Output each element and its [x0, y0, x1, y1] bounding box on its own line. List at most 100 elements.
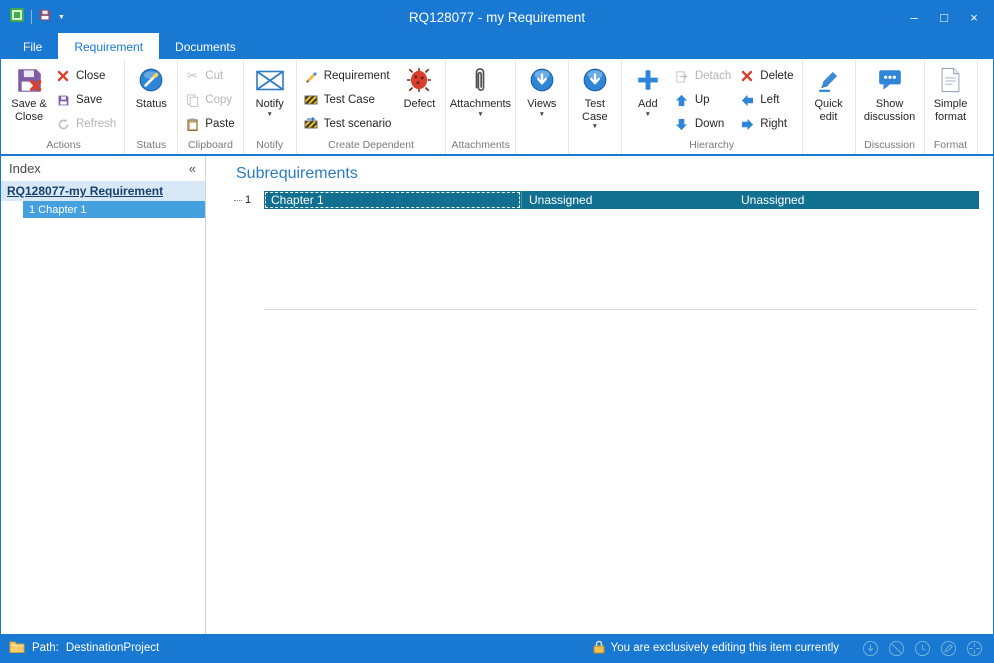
notify-button[interactable]: Notify ▼ [247, 61, 293, 119]
paste-icon [184, 116, 200, 132]
test-case-button[interactable]: Test Case ▼ [572, 61, 618, 132]
path-value: DestinationProject [66, 642, 159, 654]
app-window: ▼ RQ128077 - my Requirement – □ × File R… [0, 0, 994, 663]
minimize-button[interactable]: – [899, 5, 929, 29]
page-title: Subrequirements [236, 165, 979, 183]
target-circle-icon[interactable] [965, 639, 983, 657]
move-left-label: Left [760, 94, 779, 106]
copy-icon [184, 92, 200, 108]
collapse-panel-icon[interactable]: « [189, 161, 196, 176]
ribbon-group-views: Views ▼ [516, 60, 569, 154]
move-right-button[interactable]: Right [736, 114, 798, 134]
save-disk-icon [55, 92, 71, 108]
group-label-status: Status [128, 138, 174, 154]
detach-icon [674, 68, 690, 84]
tree-line [234, 200, 242, 201]
tree-item-chapter-1[interactable]: 1 Chapter 1 [23, 201, 205, 218]
index-panel-title: Index [9, 161, 41, 176]
move-left-button[interactable]: Left [736, 90, 798, 110]
cell-assignee-1[interactable]: Unassigned [522, 191, 734, 209]
dropdown-caret-icon[interactable]: ▼ [645, 112, 651, 119]
tab-documents[interactable]: Documents [159, 33, 252, 59]
dropdown-caret-icon[interactable]: ▼ [592, 124, 598, 131]
dropdown-caret-icon[interactable]: ▼ [266, 112, 272, 119]
show-discussion-button[interactable]: Show discussion [859, 61, 921, 124]
tree-item-requirement-root[interactable]: RQ128077-my Requirement [1, 181, 205, 201]
group-label-discussion: Discussion [859, 138, 921, 154]
cell-assignee-2[interactable]: Unassigned [734, 191, 979, 209]
paste-button[interactable]: Paste [181, 114, 239, 134]
ribbon-group-discussion: Show discussion Discussion [856, 60, 925, 154]
attachments-button[interactable]: Attachments ▼ [449, 61, 511, 119]
app-icon[interactable] [9, 7, 25, 28]
ribbon-group-status: Status Status [125, 60, 178, 154]
detach-button[interactable]: Detach [671, 66, 736, 86]
copy-button[interactable]: Copy [181, 90, 239, 110]
save-and-close-button[interactable]: Save & Close [6, 61, 52, 124]
main-area: Index « RQ128077-my Requirement 1 Chapte… [1, 156, 993, 634]
save-button[interactable]: Save [52, 90, 121, 110]
notify-label: Notify [256, 98, 284, 111]
tab-file[interactable]: File [7, 33, 58, 59]
row-index[interactable]: 1 [234, 194, 264, 206]
lock-icon [593, 640, 605, 657]
quick-edit-button[interactable]: Quick edit [806, 61, 852, 124]
status-button[interactable]: Status [128, 61, 174, 112]
edit-circle-icon[interactable] [939, 639, 957, 657]
folder-icon [9, 640, 25, 656]
goto-circle-icon[interactable] [861, 639, 879, 657]
refresh-label: Refresh [76, 118, 116, 130]
maximize-button[interactable]: □ [929, 5, 959, 29]
group-label-views [519, 138, 565, 154]
arrow-down-icon [674, 116, 690, 132]
exclusive-editing-notice: You are exclusively editing this item cu… [611, 642, 839, 654]
group-label-hierarchy: Hierarchy [625, 138, 799, 154]
table-row[interactable]: 1 Chapter 1 Unassigned Unassigned [234, 191, 979, 209]
dropdown-caret-icon[interactable]: ▼ [477, 112, 483, 119]
quick-save-icon[interactable] [38, 8, 52, 27]
section-divider [264, 309, 977, 310]
path-label: Path: [32, 642, 59, 654]
cut-button[interactable]: ✂ Cut [181, 66, 239, 86]
group-label-quick-edit [806, 138, 852, 154]
test-case-label: Test Case [573, 98, 617, 123]
arrow-left-icon [739, 92, 755, 108]
create-test-scenario-button[interactable]: Test scenario [300, 114, 397, 134]
simple-format-button[interactable]: Simple format [928, 61, 974, 124]
views-label: Views [527, 98, 556, 111]
cell-title[interactable]: Chapter 1 [264, 191, 522, 209]
history-circle-icon[interactable] [913, 639, 931, 657]
ribbon-group-actions: Save & Close Close Save [3, 60, 125, 154]
delete-button[interactable]: Delete [736, 66, 798, 86]
create-requirement-button[interactable]: Requirement [300, 66, 397, 86]
ribbon-group-format: Simple format Format [925, 60, 978, 154]
quick-edit-label: Quick edit [807, 98, 851, 123]
close-window-button[interactable]: × [959, 5, 989, 29]
group-label-attachments: Attachments [449, 138, 511, 154]
add-label: Add [638, 98, 658, 111]
dropdown-caret-icon[interactable]: ▼ [539, 112, 545, 119]
tab-requirement[interactable]: Requirement [58, 33, 159, 59]
views-button[interactable]: Views ▼ [519, 61, 565, 119]
arrow-up-icon [674, 92, 690, 108]
save-and-close-label: Save & Close [7, 98, 51, 123]
test-case-sphere-icon [582, 65, 608, 95]
defect-button[interactable]: Defect [396, 61, 442, 112]
move-up-button[interactable]: Up [671, 90, 736, 110]
close-item-button[interactable]: Close [52, 66, 121, 86]
group-label-create-dependent: Create Dependent [300, 138, 443, 154]
create-test-case-button[interactable]: Test Case [300, 90, 397, 110]
titlebar: ▼ RQ128077 - my Requirement – □ × [1, 1, 993, 33]
simple-format-label: Simple format [929, 98, 973, 123]
statusbar: Path: DestinationProject You are exclusi… [1, 634, 993, 662]
paste-label: Paste [205, 118, 234, 130]
block-circle-icon[interactable] [887, 639, 905, 657]
refresh-button[interactable]: Refresh [52, 114, 121, 134]
selected-row[interactable]: Chapter 1 Unassigned Unassigned [264, 191, 979, 209]
quick-access-dropdown-icon[interactable]: ▼ [58, 14, 65, 21]
defect-bug-icon [406, 65, 432, 95]
move-down-button[interactable]: Down [671, 114, 736, 134]
notify-envelope-icon [256, 65, 284, 95]
group-label-format: Format [928, 138, 974, 154]
add-button[interactable]: Add ▼ [625, 61, 671, 119]
